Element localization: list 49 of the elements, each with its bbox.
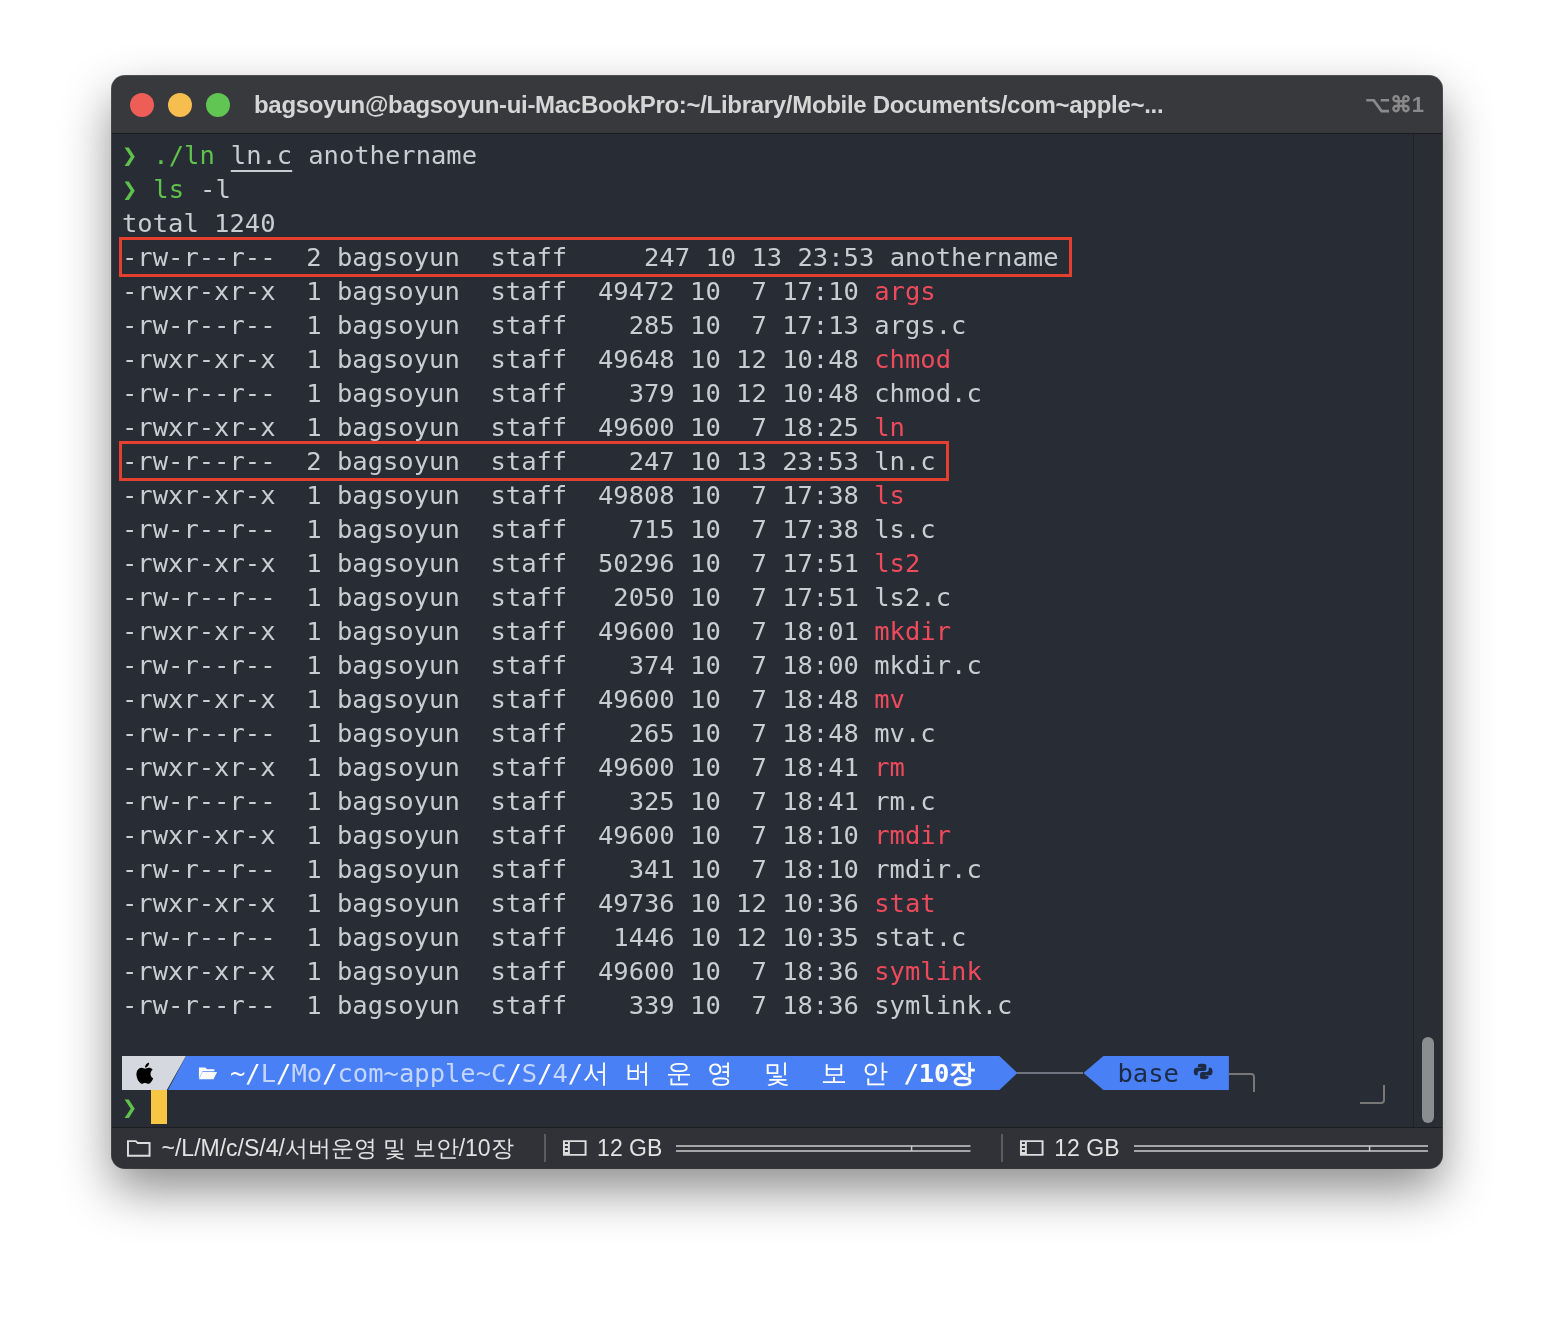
listing-line: -rw-r--r-- 1 bagsoyun staff 379 10 12 10:48 chmod.c bbox=[122, 377, 983, 410]
window-title: bagsoyun@bagsoyun-ui-MacBookPro:~/Library/Mobile Documents/com~apple~... bbox=[254, 90, 1164, 119]
listing-line: -rwxr-xr-x 1 bagsoyun staff 49600 10 7 18:10 rmdir bbox=[122, 819, 953, 852]
command-token: anothername bbox=[308, 140, 478, 170]
listing-line: -rwxr-xr-x 1 bagsoyun staff 49600 10 7 18:25 ln bbox=[122, 411, 906, 444]
close-button[interactable] bbox=[130, 92, 154, 117]
prompt-symbol: ❯ bbox=[122, 140, 138, 170]
listing-line: -rwxr-xr-x 1 bagsoyun staff 50296 10 7 17:51 ls2 bbox=[122, 547, 922, 580]
listing-line: -rwxr-xr-x 1 bagsoyun staff 49472 10 7 17:10 args bbox=[122, 275, 937, 308]
disk-usage: 12 GB bbox=[597, 1134, 663, 1162]
zoom-button[interactable] bbox=[206, 92, 230, 117]
prompt-symbol: ❯ bbox=[122, 174, 138, 204]
command-token: ./ln bbox=[153, 140, 215, 170]
disk-usage: 12 GB bbox=[1054, 1134, 1120, 1162]
folder-icon bbox=[126, 1138, 152, 1158]
listing-line: -rwxr-xr-x 1 bagsoyun staff 49600 10 7 18:41 rm bbox=[122, 751, 906, 784]
listing-line: -rw-r--r-- 1 bagsoyun staff 341 10 7 18:10 rmdir.c bbox=[122, 853, 983, 886]
listing-line: -rw-r--r-- 1 bagsoyun staff 1446 10 12 10:35 stat.c bbox=[122, 921, 968, 954]
listing-line: -rwxr-xr-x 1 bagsoyun staff 49600 10 7 18:36 symlink bbox=[122, 955, 983, 988]
environment-segment: base bbox=[1083, 1056, 1229, 1090]
folder-icon bbox=[198, 1065, 218, 1081]
listing-line: -rwxr-xr-x 1 bagsoyun staff 49648 10 12 10:48 chmod bbox=[122, 343, 953, 376]
prompt-symbol: ❯ bbox=[122, 1091, 138, 1124]
total-line: total 1240 bbox=[122, 208, 276, 238]
listing-line: -rw-r--r-- 1 bagsoyun staff 374 10 7 18:00 mkdir.c bbox=[122, 649, 983, 682]
listing-line: -rw-r--r-- 1 bagsoyun staff 2050 10 7 17:51 ls2.c bbox=[122, 581, 953, 614]
minimize-button[interactable] bbox=[168, 92, 192, 117]
bracket-drawing bbox=[1359, 1085, 1385, 1105]
bracket-drawing bbox=[1228, 1072, 1255, 1092]
command-token: ln.c bbox=[230, 140, 293, 170]
path-segment: ~/L/Mo/com~apple~C/S/4/서 버 운 영 및 보 안 /10장 bbox=[168, 1056, 1018, 1090]
text-cursor bbox=[151, 1090, 168, 1124]
listing-line: -rwxr-xr-x 1 bagsoyun staff 49600 10 7 18:01 mkdir bbox=[122, 615, 953, 648]
listing-line: -rw-r--r-- 1 bagsoyun staff 715 10 7 17:38 ls.c bbox=[122, 513, 937, 546]
command-token: -l bbox=[200, 174, 231, 204]
listing-line: -rw-r--r-- 1 bagsoyun staff 285 10 7 17:13 args.c bbox=[122, 309, 968, 342]
listing-line: -rw-r--r-- 1 bagsoyun staff 339 10 7 18:36 symlink.c bbox=[122, 989, 1014, 1022]
listing-line: -rw-r--r-- 1 bagsoyun staff 265 10 7 18:48 mv.c bbox=[122, 717, 937, 750]
listing-line: -rwxr-xr-x 1 bagsoyun staff 49736 10 12 10:36 stat bbox=[122, 887, 937, 920]
shortcut-label: ⌥⌘1 bbox=[1364, 91, 1424, 118]
listing-line: -rwxr-xr-x 1 bagsoyun staff 49808 10 7 17:38 ls bbox=[122, 479, 906, 512]
listing-line: -rw-r--r-- 2 bagsoyun staff 247 10 13 23:53 ln.c bbox=[122, 444, 946, 478]
apple-icon bbox=[134, 1061, 154, 1085]
listing-line: -rwxr-xr-x 1 bagsoyun staff 49600 10 7 18:48 mv bbox=[122, 683, 906, 716]
scrollbar-thumb[interactable] bbox=[1422, 1037, 1434, 1123]
listing-line: -rw-r--r-- 2 bagsoyun staff 247 10 13 23:53 anothername bbox=[122, 240, 1069, 274]
status-path: ~/L/M/c/S/4/서버운영 및 보안/10장 bbox=[161, 1133, 514, 1163]
command-token: ls bbox=[153, 174, 185, 204]
listing-line: -rw-r--r-- 1 bagsoyun staff 325 10 7 18:41 rm.c bbox=[122, 785, 937, 818]
